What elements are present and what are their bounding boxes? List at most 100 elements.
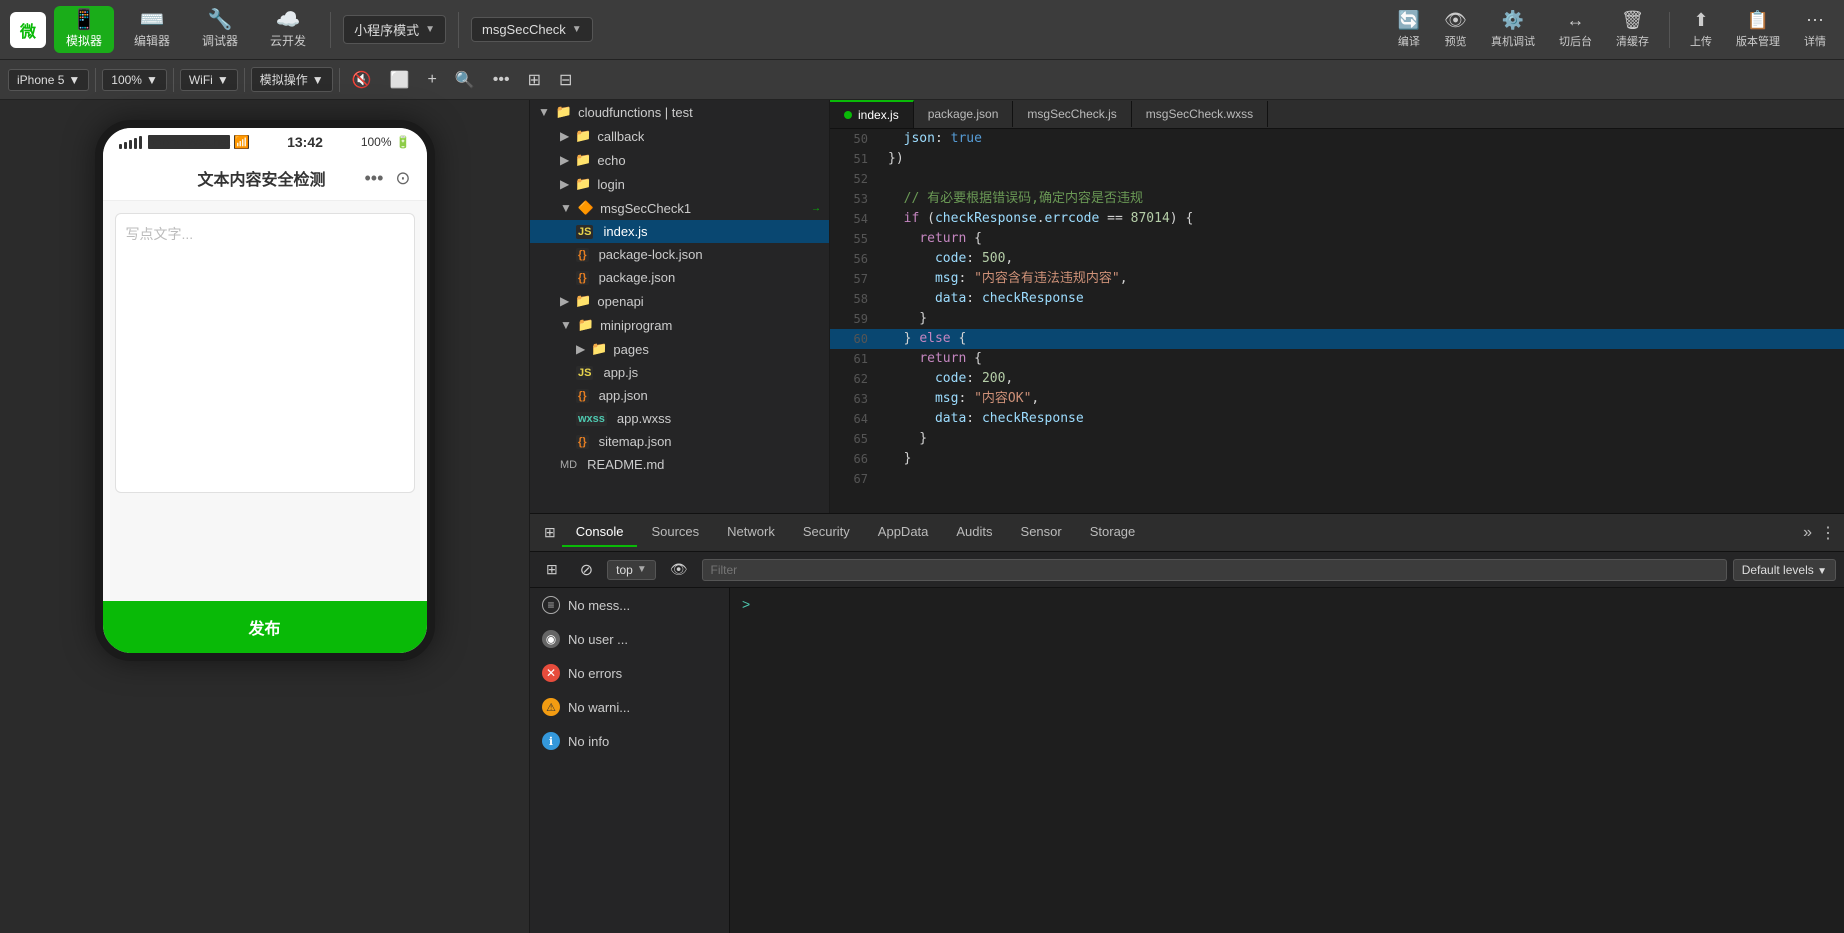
sidebar-item-info[interactable]: ℹ No info: [530, 724, 729, 758]
phone-signal: ●●●●● WeChat 📶: [119, 135, 250, 149]
md-icon: MD: [560, 459, 577, 471]
devtools-main[interactable]: >: [730, 588, 1844, 933]
filter-input[interactable]: [702, 559, 1727, 581]
devtools-settings-btn[interactable]: ⋮: [1820, 523, 1836, 543]
real-machine-btn[interactable]: ⚙️ 真机调试: [1483, 6, 1543, 53]
mode-dropdown[interactable]: 小程序模式 ▼: [343, 15, 446, 44]
debugger-btn[interactable]: 🔧 调试器: [190, 6, 250, 53]
app-js-label: app.js: [603, 365, 638, 380]
wifi-icon: 📶: [234, 135, 249, 149]
tree-item-app-json[interactable]: {} app.json: [530, 384, 829, 407]
tree-item-index-js[interactable]: JS index.js: [530, 220, 829, 243]
editor-btn[interactable]: ⌨️ 编辑器: [122, 6, 182, 53]
tree-root[interactable]: ▼ 📁 cloudfunctions | test: [530, 100, 829, 124]
tab-msgseccheck-wxss[interactable]: msgSecCheck.wxss: [1132, 101, 1268, 127]
tree-item-msgSecCheck1[interactable]: ▼ 🔶 msgSecCheck1 →: [530, 196, 829, 220]
tree-item-miniprogram[interactable]: ▼ 📁 miniprogram: [530, 313, 829, 337]
clear-icon: 🗑: [1621, 10, 1644, 31]
phone-input-area[interactable]: 写点文字...: [115, 213, 415, 493]
tab-console[interactable]: Console: [562, 518, 638, 547]
tree-item-login[interactable]: ▶ 📁 login: [530, 172, 829, 196]
network-select[interactable]: WiFi ▼: [180, 69, 238, 91]
console-prompt[interactable]: >: [738, 592, 754, 616]
messages-icon: ≡: [542, 596, 560, 614]
record-icon[interactable]: ⊙: [395, 168, 410, 189]
operation-select[interactable]: 模拟操作 ▼: [251, 67, 333, 92]
pages-folder-icon: 📁: [591, 341, 607, 357]
context-selector[interactable]: top ▼: [607, 560, 656, 580]
devtools-toggle-btn[interactable]: ⊞: [538, 520, 562, 545]
sidebar-item-errors[interactable]: ✕ No errors: [530, 656, 729, 690]
real-machine-icon: ⚙️: [1502, 10, 1524, 31]
login-label: login: [597, 177, 624, 192]
tree-item-package-lock[interactable]: {} package-lock.json: [530, 243, 829, 266]
device-select[interactable]: iPhone 5 ▼: [8, 69, 89, 91]
tree-item-readme[interactable]: MD README.md: [530, 453, 829, 476]
tree-item-openapi[interactable]: ▶ 📁 openapi: [530, 289, 829, 313]
cloud-btn[interactable]: ☁️ 云开发: [258, 6, 318, 53]
tree-item-echo[interactable]: ▶ 📁 echo: [530, 148, 829, 172]
tree-item-app-wxss[interactable]: wxss app.wxss: [530, 407, 829, 430]
cloud-badge: →: [811, 203, 821, 214]
code-line-65: 65 }: [830, 429, 1844, 449]
tree-item-app-js[interactable]: JS app.js: [530, 361, 829, 384]
tree-item-sitemap[interactable]: {} sitemap.json: [530, 430, 829, 453]
more-dots-icon[interactable]: •••: [365, 168, 384, 189]
signal-bar-5: [139, 136, 142, 149]
tree-item-pages[interactable]: ▶ 📁 pages: [530, 337, 829, 361]
mute-btn[interactable]: 🔇: [346, 66, 378, 94]
tree-item-callback[interactable]: ▶ 📁 callback: [530, 124, 829, 148]
sidebar-item-warnings[interactable]: ⚠ No warni...: [530, 690, 729, 724]
version-btn[interactable]: 📋 版本管理: [1728, 6, 1788, 53]
tab-sensor[interactable]: Sensor: [1007, 518, 1076, 547]
tab-audits[interactable]: Audits: [942, 518, 1006, 547]
tree-item-package-json[interactable]: {} package.json: [530, 266, 829, 289]
wxss-icon: wxss: [576, 412, 607, 426]
phone-panel: ●●●●● WeChat 📶 13:42 100% 🔋 文本内容安全检测 •••…: [0, 100, 530, 933]
devtools-tabs: ⊞ Console Sources Network Security AppDa…: [530, 514, 1844, 552]
tab-sources[interactable]: Sources: [637, 518, 713, 547]
split-btn[interactable]: ⊟: [553, 66, 578, 94]
warnings-icon: ⚠: [542, 698, 560, 716]
tab-index-js[interactable]: index.js: [830, 100, 914, 128]
layout-btn[interactable]: ⊞: [522, 66, 547, 94]
fullscreen-btn[interactable]: ⬜: [384, 66, 416, 94]
clear-console-btn[interactable]: ⊘: [572, 557, 601, 583]
level-dropdown[interactable]: Default levels ▼: [1733, 559, 1836, 581]
phone-submit-btn[interactable]: 发布: [103, 601, 427, 653]
simulator-btn[interactable]: 📱 模拟器: [54, 6, 114, 53]
devtools-more-btn[interactable]: »: [1803, 524, 1812, 542]
compile-btn[interactable]: 🔄 编译: [1390, 6, 1428, 53]
tab-security[interactable]: Security: [789, 518, 864, 547]
project-dropdown[interactable]: msgSecCheck ▼: [471, 17, 593, 42]
clear-btn[interactable]: 🗑 清缓存: [1608, 6, 1657, 53]
phone-header-icons: ••• ⊙: [365, 168, 411, 189]
echo-label: echo: [597, 153, 625, 168]
add-btn[interactable]: +: [422, 67, 443, 93]
tab-storage[interactable]: Storage: [1076, 518, 1150, 547]
eye-btn[interactable]: 👁: [662, 558, 696, 581]
sidebar-item-user[interactable]: ◉ No user ...: [530, 622, 729, 656]
tab-appdata[interactable]: AppData: [864, 518, 943, 547]
sidebar-item-messages[interactable]: ≡ No mess...: [530, 588, 729, 622]
devtools-toolbar: ⊞ ⊘ top ▼ 👁 Default levels ▼: [530, 552, 1844, 588]
folder-icon: 📁: [556, 104, 572, 120]
sec-sep-2: [173, 68, 174, 92]
preview-btn[interactable]: 👁 预览: [1436, 6, 1475, 53]
sidebar-toggle-btn[interactable]: ⊞: [538, 558, 566, 581]
device-label: iPhone 5: [17, 73, 64, 87]
dots-btn[interactable]: •••: [487, 67, 516, 93]
zoom-select[interactable]: 100% ▼: [102, 69, 167, 91]
more-btn[interactable]: ⋯ 详情: [1796, 6, 1834, 53]
search-btn[interactable]: 🔍: [449, 66, 481, 94]
code-line-62: 62 code: 200,: [830, 369, 1844, 389]
openapi-label: openapi: [597, 294, 643, 309]
tab-network[interactable]: Network: [713, 518, 789, 547]
tab-msgseccheck-js[interactable]: msgSecCheck.js: [1013, 101, 1131, 127]
tab-package-json[interactable]: package.json: [914, 101, 1014, 127]
echo-folder-icon: 📁: [575, 152, 591, 168]
switch-btn[interactable]: ↔ 切后台: [1551, 6, 1600, 53]
msg-label: msgSecCheck1: [600, 201, 691, 216]
upload-btn[interactable]: ⬆ 上传: [1682, 6, 1720, 53]
callback-arrow: ▶: [560, 129, 569, 143]
